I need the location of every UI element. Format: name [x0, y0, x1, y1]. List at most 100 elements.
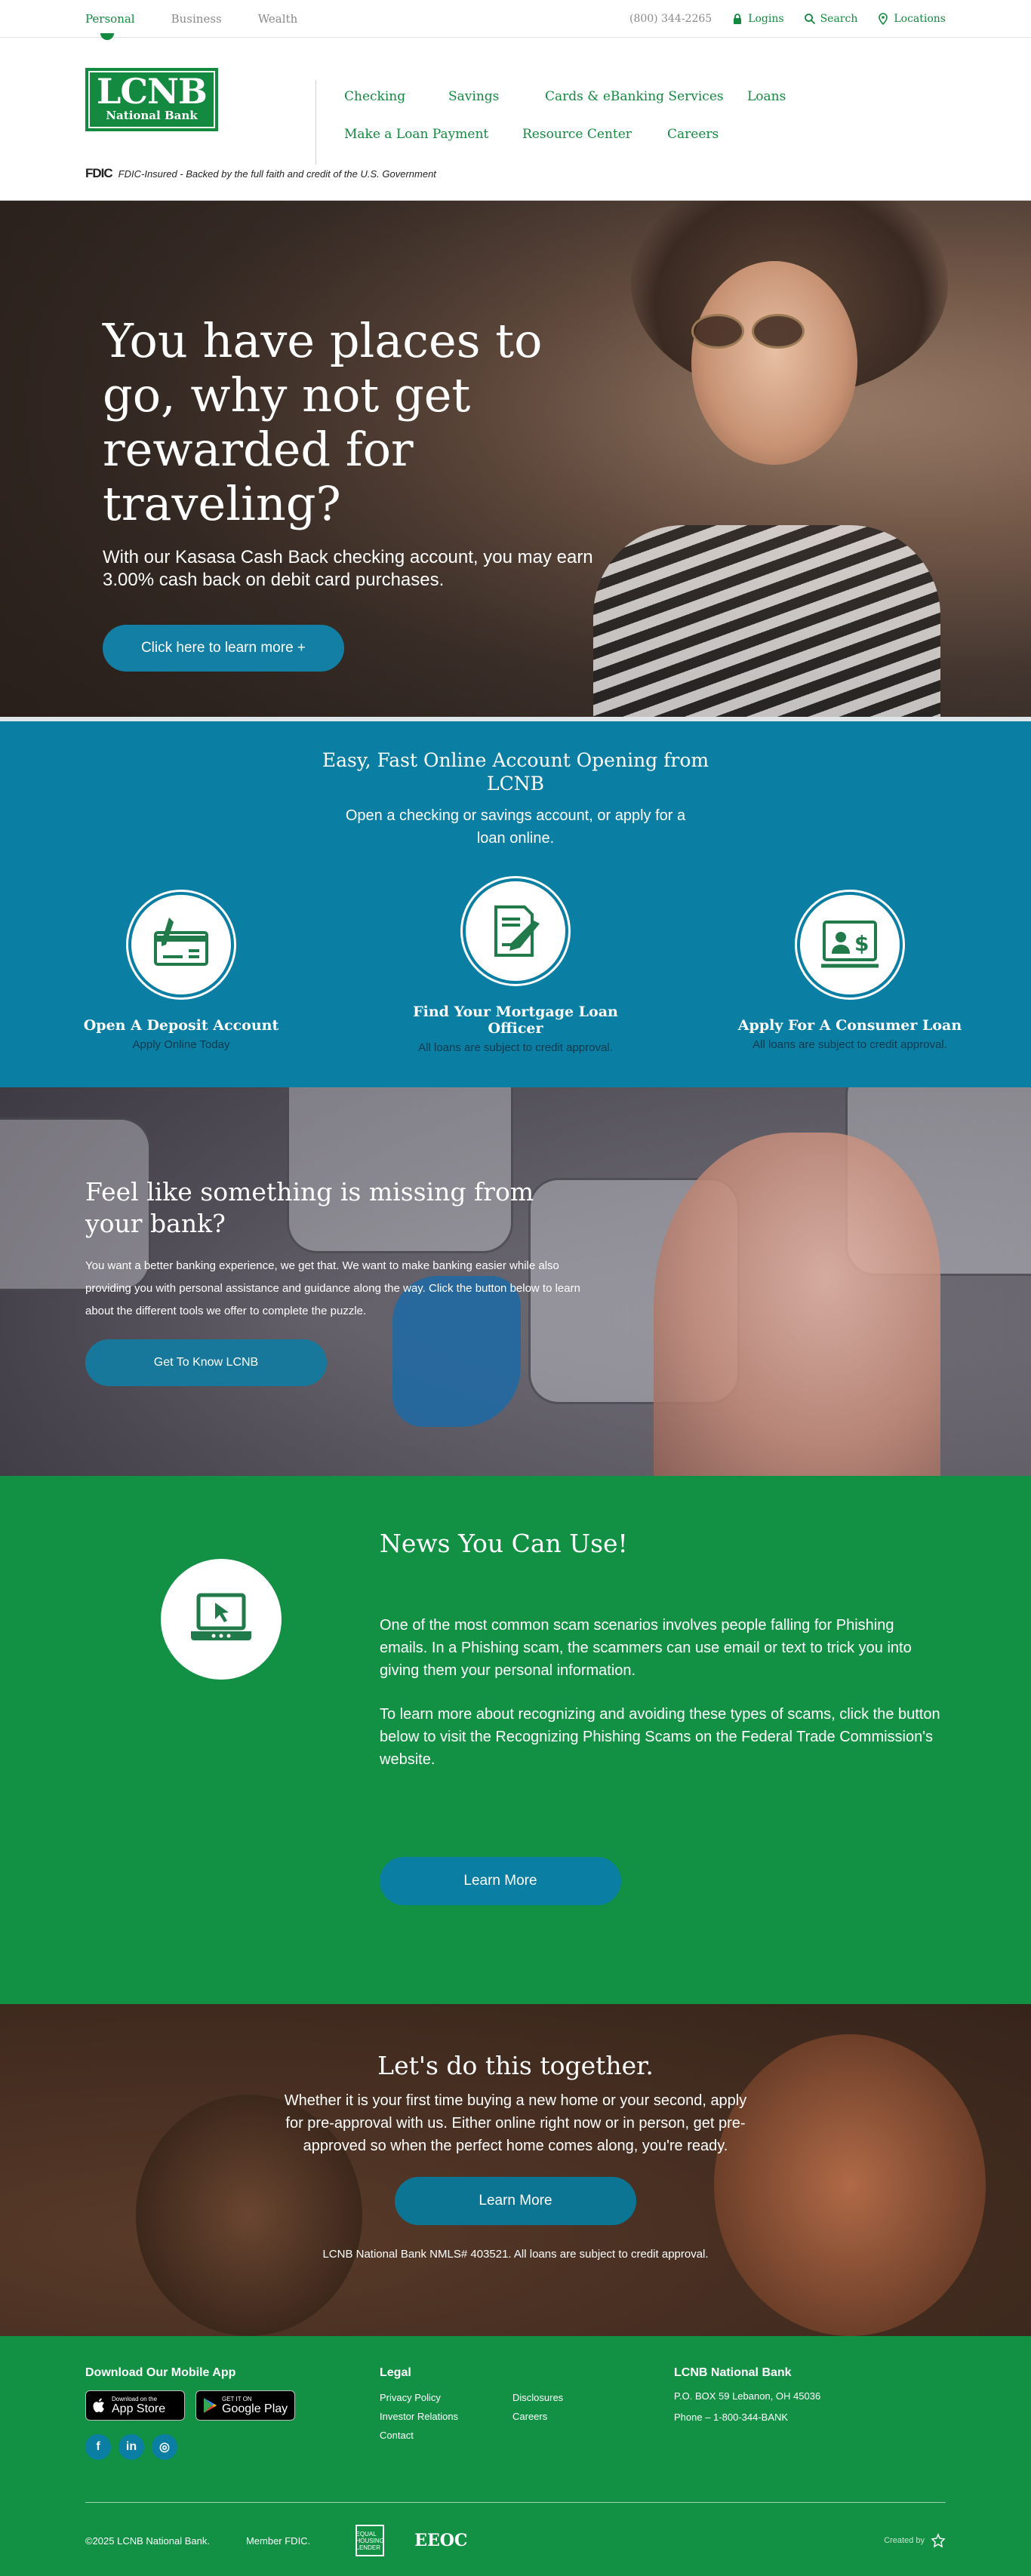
hero-learn-more-button[interactable]: Click here to learn more + — [103, 625, 344, 672]
legal-heading: Legal — [380, 2366, 411, 2379]
card-deposit-account[interactable]: Open A Deposit Account Apply Online Toda… — [60, 890, 302, 1054]
tab-business[interactable]: Business — [171, 12, 222, 26]
card-mortgage-officer[interactable]: Find Your Mortgage Loan Officer All loan… — [395, 876, 636, 1054]
lcnb-logo[interactable]: LCNB National Bank — [85, 68, 218, 131]
consumer-circle: $ — [795, 890, 905, 1000]
nav-loans[interactable]: Loans — [747, 89, 786, 104]
together-learn-more-button[interactable]: Learn More — [395, 2177, 636, 2225]
together-body: Whether it is your first time buying a n… — [284, 2092, 747, 2154]
deposit-text: Apply Online Today — [132, 1038, 230, 1051]
news-section: News You Can Use! One of the most common… — [0, 1476, 1031, 2004]
accounts-subtitle: Open a checking or savings account, or a… — [345, 807, 686, 847]
nav-careers[interactable]: Careers — [667, 127, 719, 142]
news-paragraph-1: One of the most common scam scenarios in… — [380, 1617, 912, 1679]
together-title: Let's do this together. — [377, 2051, 654, 2080]
pre-approval-content: Let's do this together. Whether it is yo… — [274, 2004, 757, 2266]
nav-checking[interactable]: Checking — [344, 89, 448, 104]
loan-officer-icon: $ — [821, 921, 879, 968]
tab-wealth[interactable]: Wealth — [258, 12, 298, 26]
header-divider — [315, 80, 316, 164]
disclosures-link[interactable]: Disclosures — [512, 2392, 633, 2403]
svg-text:$: $ — [854, 931, 869, 956]
fdic-mark: FDIC — [85, 166, 113, 180]
careers-link[interactable]: Careers — [512, 2411, 633, 2422]
consumer-text: All loans are subject to credit approval… — [752, 1038, 947, 1051]
search-link[interactable]: Search — [804, 12, 858, 25]
facebook-icon[interactable]: f — [85, 2434, 111, 2460]
phone-number[interactable]: (800) 344-2265 — [629, 13, 712, 25]
google-play-badge[interactable]: GET IT ON Google Play — [195, 2390, 295, 2421]
account-cards: Open A Deposit Account Apply Online Toda… — [0, 876, 1031, 1054]
bank-address: P.O. BOX 59 Lebanon, OH 45036 — [674, 2390, 821, 2402]
play-big-text: Google Play — [222, 2402, 288, 2415]
instagram-icon[interactable]: ◎ — [152, 2434, 177, 2460]
investor-relations-link[interactable]: Investor Relations — [380, 2411, 512, 2422]
puzzle-body: You want a better banking experience, we… — [85, 1259, 580, 1317]
hero-body: With our Kasasa Cash Back checking accou… — [103, 547, 593, 590]
map-pin-icon — [879, 12, 888, 25]
fdic-text: FDIC-Insured - Backed by the full faith … — [118, 168, 436, 180]
utility-bar: Personal Business Wealth (800) 344-2265 … — [0, 0, 1031, 40]
appstore-small-text: Download on the — [112, 2395, 158, 2402]
app-store-badges: Download on the App Store GET IT ON Goog… — [85, 2390, 295, 2421]
accounts-title: Easy, Fast Online Account Opening from L… — [322, 749, 709, 795]
bank-address-block: P.O. BOX 59 Lebanon, OH 45036 Phone – 1-… — [674, 2386, 820, 2428]
hero-title: You have places to go, why not get rewar… — [103, 313, 543, 531]
consumer-title: Apply For A Consumer Loan — [737, 1017, 962, 1034]
hero-content: You have places to go, why not get rewar… — [103, 314, 616, 672]
logins-link[interactable]: Logins — [731, 13, 784, 25]
news-content: News You Can Use! One of the most common… — [380, 1529, 946, 1771]
app-store-badge[interactable]: Download on the App Store — [85, 2390, 185, 2421]
mortgage-text: All loans are subject to credit approval… — [418, 1041, 613, 1054]
hero-bottom-bar — [0, 717, 1031, 721]
play-small-text: GET IT ON — [222, 2395, 252, 2402]
logo-wordmark: LCNB — [97, 71, 208, 112]
tab-personal[interactable]: Personal — [85, 12, 135, 40]
google-play-icon — [204, 2398, 217, 2413]
document-pen-icon — [494, 905, 540, 957]
news-icon-circle — [161, 1559, 282, 1680]
nav-resource-center[interactable]: Resource Center — [522, 127, 667, 142]
deposit-title: Open A Deposit Account — [83, 1017, 279, 1034]
news-title: News You Can Use! — [380, 1529, 628, 1558]
card-consumer-loan[interactable]: $ Apply For A Consumer Loan All loans ar… — [729, 890, 971, 1054]
agency-logo-icon — [931, 2533, 946, 2548]
locations-label: Locations — [894, 12, 946, 25]
contact-link[interactable]: Contact — [380, 2430, 512, 2441]
nav-make-loan-payment[interactable]: Make a Loan Payment — [344, 127, 522, 142]
nav-savings[interactable]: Savings — [448, 89, 545, 104]
deposit-circle — [126, 890, 236, 1000]
nav-cards-ebanking[interactable]: Cards & eBanking Services — [545, 89, 747, 104]
privacy-policy-link[interactable]: Privacy Policy — [380, 2392, 512, 2403]
hero-photo-shirt — [593, 525, 940, 721]
mortgage-title: Find Your Mortgage Loan Officer — [413, 1004, 618, 1037]
online-account-opening: Easy, Fast Online Account Opening from L… — [0, 721, 1031, 1087]
locations-link[interactable]: Locations — [877, 13, 946, 25]
legal-links: Privacy Policy Disclosures Investor Rela… — [380, 2392, 633, 2441]
bank-phone[interactable]: Phone – 1-800-344-BANK — [674, 2407, 820, 2428]
news-paragraph-2: To learn more about recognizing and avoi… — [380, 1706, 940, 1768]
footer-legal-column: Legal Privacy Policy Disclosures Investo… — [380, 2366, 633, 2441]
pre-approval-section: Let's do this together. Whether it is yo… — [0, 2004, 1031, 2336]
footer-bank-column: LCNB National Bank P.O. BOX 59 Lebanon, … — [674, 2366, 820, 2428]
created-by[interactable]: Created by — [884, 2533, 946, 2548]
site-header: LCNB National Bank FDIC FDIC-Insured - B… — [0, 38, 1031, 201]
search-icon — [804, 13, 815, 24]
get-to-know-lcnb-button[interactable]: Get To Know LCNB — [85, 1339, 327, 1386]
footer-divider — [85, 2502, 946, 2503]
check-icon — [154, 918, 208, 966]
eeoc-logo: EEOC — [414, 2531, 468, 2550]
footer-app-column: Download Our Mobile App Download on the … — [85, 2366, 295, 2460]
missing-piece-section: Feel like something is missing from your… — [0, 1087, 1031, 1476]
laptop-cursor-icon — [191, 1593, 251, 1640]
search-label: Search — [820, 12, 858, 25]
linkedin-icon[interactable]: in — [118, 2434, 144, 2460]
hero-photo-sunglasses — [691, 314, 805, 349]
news-learn-more-button[interactable]: Learn More — [380, 1857, 621, 1905]
created-by-label: Created by — [884, 2536, 925, 2545]
copyright: ©2025 LCNB National Bank. — [85, 2535, 210, 2547]
apple-icon — [93, 2398, 104, 2413]
segment-tabs: Personal Business Wealth — [85, 12, 298, 40]
logo-subtitle: National Bank — [106, 109, 198, 122]
bank-heading: LCNB National Bank — [674, 2366, 792, 2379]
